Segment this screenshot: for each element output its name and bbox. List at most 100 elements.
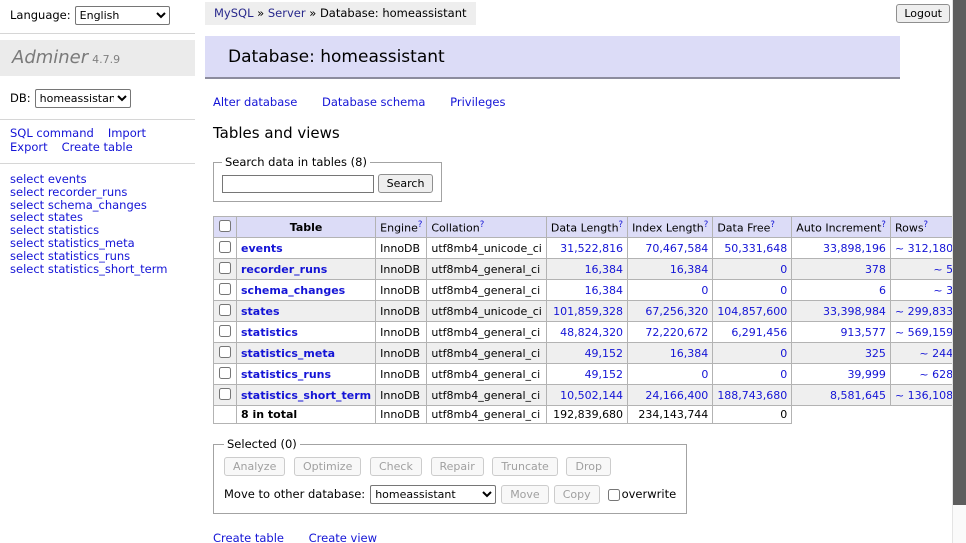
drop-button[interactable]: Drop	[566, 457, 610, 476]
db-label: DB:	[10, 91, 31, 105]
table-name-link[interactable]: statistics_meta	[241, 347, 335, 360]
table-name-link[interactable]: statistics	[241, 326, 298, 339]
row-checkbox[interactable]	[219, 346, 231, 358]
scrollbar-thumb[interactable]	[953, 0, 966, 505]
row-checkbox[interactable]	[219, 388, 231, 400]
copy-button[interactable]: Copy	[554, 485, 600, 504]
auto-increment-link[interactable]: 913,577	[840, 326, 886, 339]
rows-count-link[interactable]: ~ 312,180	[895, 242, 953, 255]
rows-count-link[interactable]: ~ 244	[919, 347, 953, 360]
rows-count-link[interactable]: ~ 569,159	[895, 326, 953, 339]
row-checkbox[interactable]	[219, 262, 231, 274]
table-name-link[interactable]: statistics_short_term	[241, 389, 371, 402]
breadcrumb-mysql-link[interactable]: MySQL	[214, 6, 254, 20]
index-length-link[interactable]: 0	[701, 284, 708, 297]
engine-help-link[interactable]: ?	[418, 220, 423, 230]
optimize-button[interactable]: Optimize	[294, 457, 361, 476]
data-free-link[interactable]: 104,857,600	[717, 305, 787, 318]
move-database-select[interactable]: homeassistant	[370, 485, 496, 504]
auto-increment-link[interactable]: 378	[865, 263, 886, 276]
auto-increment-link[interactable]: 33,398,984	[823, 305, 886, 318]
search-input[interactable]	[222, 175, 374, 193]
table-name-link[interactable]: states	[241, 305, 280, 318]
data-length-link[interactable]: 10,502,144	[560, 389, 623, 402]
data-free-link[interactable]: 0	[780, 284, 787, 297]
select-events-link[interactable]: select events	[10, 173, 185, 186]
data-free-link[interactable]: 0	[780, 368, 787, 381]
data-length-help-link[interactable]: ?	[619, 220, 624, 230]
data-length-link[interactable]: 48,824,320	[560, 326, 623, 339]
analyze-button[interactable]: Analyze	[224, 457, 285, 476]
vertical-scrollbar[interactable]	[952, 0, 966, 543]
import-link[interactable]: Import	[108, 126, 146, 140]
db-select[interactable]: homeassistant	[35, 89, 131, 108]
index-length-help-link[interactable]: ?	[704, 220, 709, 230]
truncate-button[interactable]: Truncate	[492, 457, 557, 476]
index-length-link[interactable]: 70,467,584	[645, 242, 708, 255]
alter-database-link[interactable]: Alter database	[213, 95, 297, 109]
breadcrumb-server-link[interactable]: Server	[268, 6, 306, 20]
data-length-link[interactable]: 101,859,328	[553, 305, 623, 318]
data-length-link[interactable]: 16,384	[585, 284, 624, 297]
auto-increment-link[interactable]: 325	[865, 347, 886, 360]
row-checkbox[interactable]	[219, 304, 231, 316]
total-label: 8 in total	[237, 406, 376, 424]
select-all-checkbox[interactable]	[219, 220, 231, 232]
overwrite-checkbox[interactable]	[608, 489, 620, 501]
data-length-link[interactable]: 49,152	[585, 347, 624, 360]
check-button[interactable]: Check	[370, 457, 422, 476]
collation-cell: utf8mb4_general_ci	[427, 322, 546, 343]
auto-increment-link[interactable]: 33,898,196	[823, 242, 886, 255]
auto-increment-link[interactable]: 6	[879, 284, 886, 297]
rows-count-link[interactable]: ~ 5	[933, 263, 953, 276]
row-checkbox[interactable]	[219, 241, 231, 253]
collation-help-link[interactable]: ?	[480, 220, 485, 230]
repair-button[interactable]: Repair	[431, 457, 484, 476]
rows-count-link[interactable]: ~ 3	[933, 284, 953, 297]
data-length-link[interactable]: 31,522,816	[560, 242, 623, 255]
select-recorder-runs-link[interactable]: select recorder_runs	[10, 186, 185, 199]
move-button[interactable]: Move	[501, 485, 549, 504]
auto-increment-link[interactable]: 39,999	[847, 368, 886, 381]
rows-count-link[interactable]: ~ 628	[919, 368, 953, 381]
data-length-link[interactable]: 16,384	[585, 263, 624, 276]
index-length-link[interactable]: 16,384	[670, 263, 709, 276]
data-free-link[interactable]: 6,291,456	[731, 326, 787, 339]
select-statistics-short-term-link[interactable]: select statistics_short_term	[10, 263, 185, 276]
rows-count-link[interactable]: ~ 136,108	[895, 389, 953, 402]
rows-count-link[interactable]: ~ 299,833	[895, 305, 953, 318]
table-name-link[interactable]: schema_changes	[241, 284, 345, 297]
create-table-link-sidebar[interactable]: Create table	[62, 140, 133, 154]
index-length-link[interactable]: 72,220,672	[645, 326, 708, 339]
privileges-link[interactable]: Privileges	[450, 95, 505, 109]
auto-increment-help-link[interactable]: ?	[881, 220, 886, 230]
index-length-link[interactable]: 24,166,400	[645, 389, 708, 402]
data-free-link[interactable]: 50,331,648	[724, 242, 787, 255]
row-checkbox[interactable]	[219, 325, 231, 337]
database-schema-link[interactable]: Database schema	[322, 95, 425, 109]
sql-command-link[interactable]: SQL command	[10, 126, 94, 140]
language-select[interactable]: English	[75, 6, 170, 25]
row-checkbox[interactable]	[219, 367, 231, 379]
create-view-link[interactable]: Create view	[309, 531, 377, 543]
data-length-link[interactable]: 49,152	[585, 368, 624, 381]
search-button[interactable]: Search	[378, 174, 434, 193]
row-checkbox[interactable]	[219, 283, 231, 295]
index-length-link[interactable]: 67,256,320	[645, 305, 708, 318]
data-free-link[interactable]: 0	[780, 263, 787, 276]
breadcrumb-separator: »	[309, 6, 316, 20]
table-name-link[interactable]: recorder_runs	[241, 263, 327, 276]
breadcrumb: MySQL » Server » Database: homeassistant	[205, 2, 476, 25]
table-name-link[interactable]: events	[241, 242, 283, 255]
data-free-link[interactable]: 188,743,680	[717, 389, 787, 402]
index-length-link[interactable]: 16,384	[670, 347, 709, 360]
index-length-link[interactable]: 0	[701, 368, 708, 381]
logout-button[interactable]: Logout	[896, 4, 950, 23]
rows-help-link[interactable]: ?	[924, 220, 929, 230]
data-free-help-link[interactable]: ?	[770, 220, 775, 230]
create-table-link[interactable]: Create table	[213, 531, 284, 543]
table-name-link[interactable]: statistics_runs	[241, 368, 331, 381]
data-free-link[interactable]: 0	[780, 347, 787, 360]
auto-increment-link[interactable]: 8,581,645	[830, 389, 886, 402]
export-link[interactable]: Export	[10, 140, 48, 154]
